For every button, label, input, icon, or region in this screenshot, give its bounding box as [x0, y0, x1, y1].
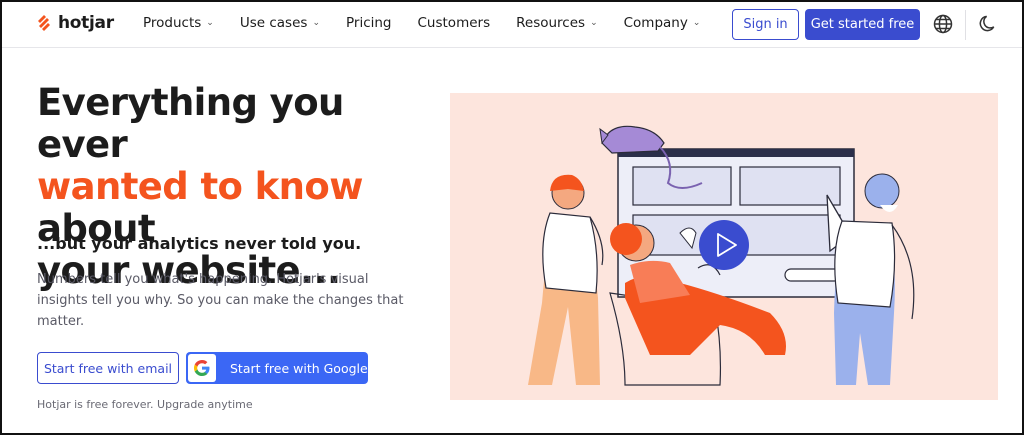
hotjar-logo-icon [38, 15, 50, 31]
moon-icon[interactable] [979, 14, 998, 33]
chevron-down-icon: ⌄ [590, 18, 598, 28]
play-button-circle [699, 220, 749, 270]
nav-item-label: Pricing [345, 15, 392, 31]
page: hotjar Products ⌄ Use cases ⌄ Pricing Cu… [0, 0, 1024, 435]
nav-item-label: Company [623, 15, 688, 31]
nav-item-customers[interactable]: Customers [418, 15, 491, 31]
hero-title: Everything you ever wanted to know about… [37, 82, 437, 292]
hero-description: Numbers tell you what's happening. Hotja… [37, 272, 404, 329]
nav-menu: Products ⌄ Use cases ⌄ Pricing Customers… [143, 15, 700, 31]
nav-item-label: Resources [516, 15, 586, 31]
sign-in-button[interactable]: Sign in [732, 9, 799, 40]
cat-figure [601, 125, 665, 154]
nav-item-pricing[interactable]: Pricing [346, 15, 392, 31]
nav-item-use-cases[interactable]: Use cases ⌄ [240, 15, 320, 31]
google-icon-box [188, 354, 216, 382]
get-started-button[interactable]: Get started free [805, 9, 920, 40]
illustration-artwork [528, 125, 915, 386]
top-nav: hotjar Products ⌄ Use cases ⌄ Pricing Cu… [2, 2, 1022, 48]
hero-title-accent: wanted to know [37, 165, 363, 208]
hotjar-logo[interactable]: hotjar [36, 13, 114, 33]
google-icon [194, 360, 210, 376]
brand-name: hotjar [58, 13, 114, 33]
nav-item-label: Use cases [239, 15, 308, 31]
hero-title-line1: Everything you ever [37, 81, 344, 166]
nav-item-products[interactable]: Products ⌄ [143, 15, 214, 31]
chevron-down-icon: ⌄ [206, 18, 214, 28]
nav-item-label: Products [143, 15, 202, 31]
nav-divider [965, 10, 966, 40]
start-free-email-button[interactable]: Start free with email [37, 352, 179, 384]
nav-item-resources[interactable]: Resources ⌄ [516, 15, 598, 31]
start-free-google-button[interactable]: Start free with Google [186, 352, 368, 384]
hero-subhead: ...but your analytics never told you. [37, 234, 362, 253]
chevron-down-icon: ⌄ [692, 18, 701, 28]
nav-item-company[interactable]: Company ⌄ [624, 15, 701, 31]
globe-icon[interactable] [933, 14, 953, 34]
nav-item-label: Customers [417, 15, 491, 31]
chevron-down-icon: ⌄ [312, 18, 320, 28]
hero-illustration [450, 93, 998, 400]
woman-figure [528, 174, 604, 385]
free-forever-note: Hotjar is free forever. Upgrade anytime [37, 398, 253, 411]
google-button-label: Start free with Google [230, 360, 368, 376]
